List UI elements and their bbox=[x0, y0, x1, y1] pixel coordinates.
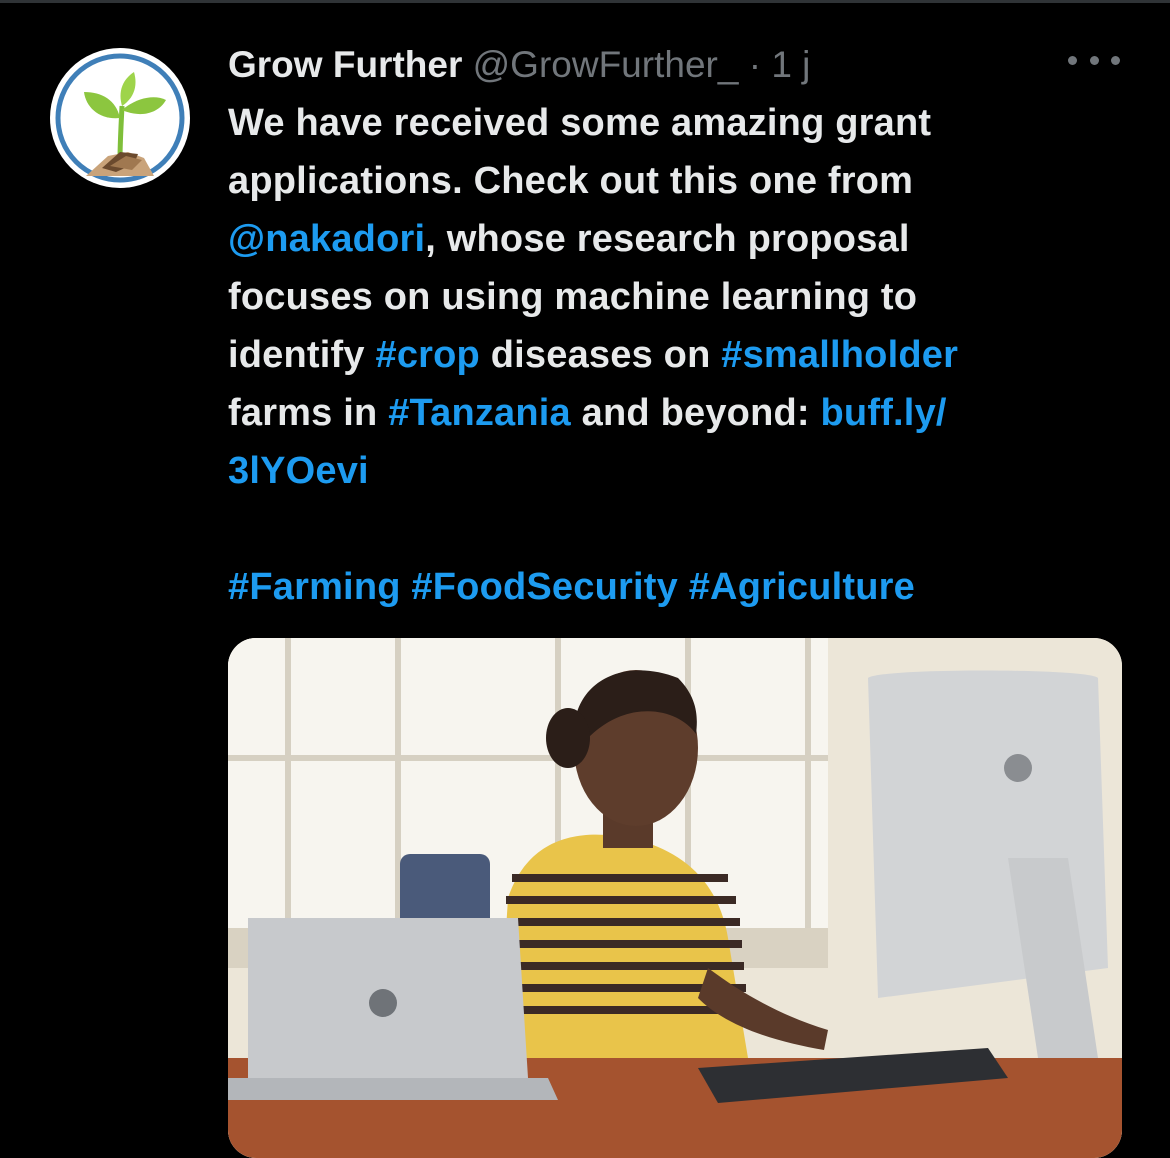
tweet-header: Grow Further @GrowFurther_ · 1 j bbox=[228, 36, 1128, 94]
user-handle[interactable]: @GrowFurther_ bbox=[473, 44, 739, 85]
mention-link[interactable]: @nakadori bbox=[228, 218, 425, 260]
photo-woman-at-computer bbox=[228, 638, 1122, 1158]
tweet-text-segment: focuses on using machine learning to bbox=[228, 276, 918, 318]
tweet-text-segment: , whose research proposal bbox=[425, 218, 910, 260]
url-link[interactable]: 3lYOevi bbox=[228, 450, 369, 492]
tweet-body: Grow Further @GrowFurther_ · 1 j We have… bbox=[228, 36, 1128, 616]
tweet-time[interactable]: 1 j bbox=[771, 44, 810, 85]
tweet-text-line: We have received some amazing grant bbox=[228, 94, 1128, 152]
hashtag-link[interactable]: #FoodSecurity bbox=[411, 566, 678, 608]
hashtag-link[interactable]: #Farming bbox=[228, 566, 401, 608]
tweet-text-segment: applications. Check out this one from bbox=[228, 160, 914, 202]
hashtag-link[interactable]: #smallholder bbox=[721, 334, 958, 376]
hashtag-link[interactable]: #Agriculture bbox=[689, 566, 915, 608]
tweet-text-segment: identify bbox=[228, 334, 376, 376]
hashtag-link[interactable]: #Tanzania bbox=[388, 392, 571, 434]
tweet-text-line: @nakadori, whose research proposal bbox=[228, 210, 1128, 268]
tweet-text-line: #Farming #FoodSecurity #Agriculture bbox=[228, 558, 1128, 616]
tweet-text-segment: We have received some amazing grant bbox=[228, 102, 932, 144]
tweet-text-line: farms in #Tanzania and beyond: buff.ly/ bbox=[228, 384, 1128, 442]
display-name[interactable]: Grow Further bbox=[228, 44, 462, 85]
grow-further-logo-icon bbox=[55, 53, 185, 183]
avatar[interactable] bbox=[50, 48, 190, 188]
tweet-text-segment bbox=[401, 566, 412, 608]
tweet-text: We have received some amazing grant appli… bbox=[228, 94, 1128, 616]
tweet-text-line: focuses on using machine learning to bbox=[228, 268, 1128, 326]
tweet-text-line: applications. Check out this one from bbox=[228, 152, 1128, 210]
tweet-text-segment: and beyond: bbox=[570, 392, 821, 434]
tweet-text-segment: diseases on bbox=[479, 334, 722, 376]
url-link[interactable]: buff.ly/ bbox=[821, 392, 947, 434]
tweet-media[interactable] bbox=[228, 638, 1122, 1158]
hashtag-link[interactable]: #crop bbox=[375, 334, 479, 376]
tweet-text-segment: farms in bbox=[228, 392, 389, 434]
tweet-text-line: identify #crop diseases on #smallholder bbox=[228, 326, 1128, 384]
top-divider bbox=[0, 0, 1170, 3]
separator-dot: · bbox=[748, 44, 762, 85]
tweet-text-line: 3lYOevi bbox=[228, 442, 1128, 500]
tweet-text-segment bbox=[678, 566, 689, 608]
